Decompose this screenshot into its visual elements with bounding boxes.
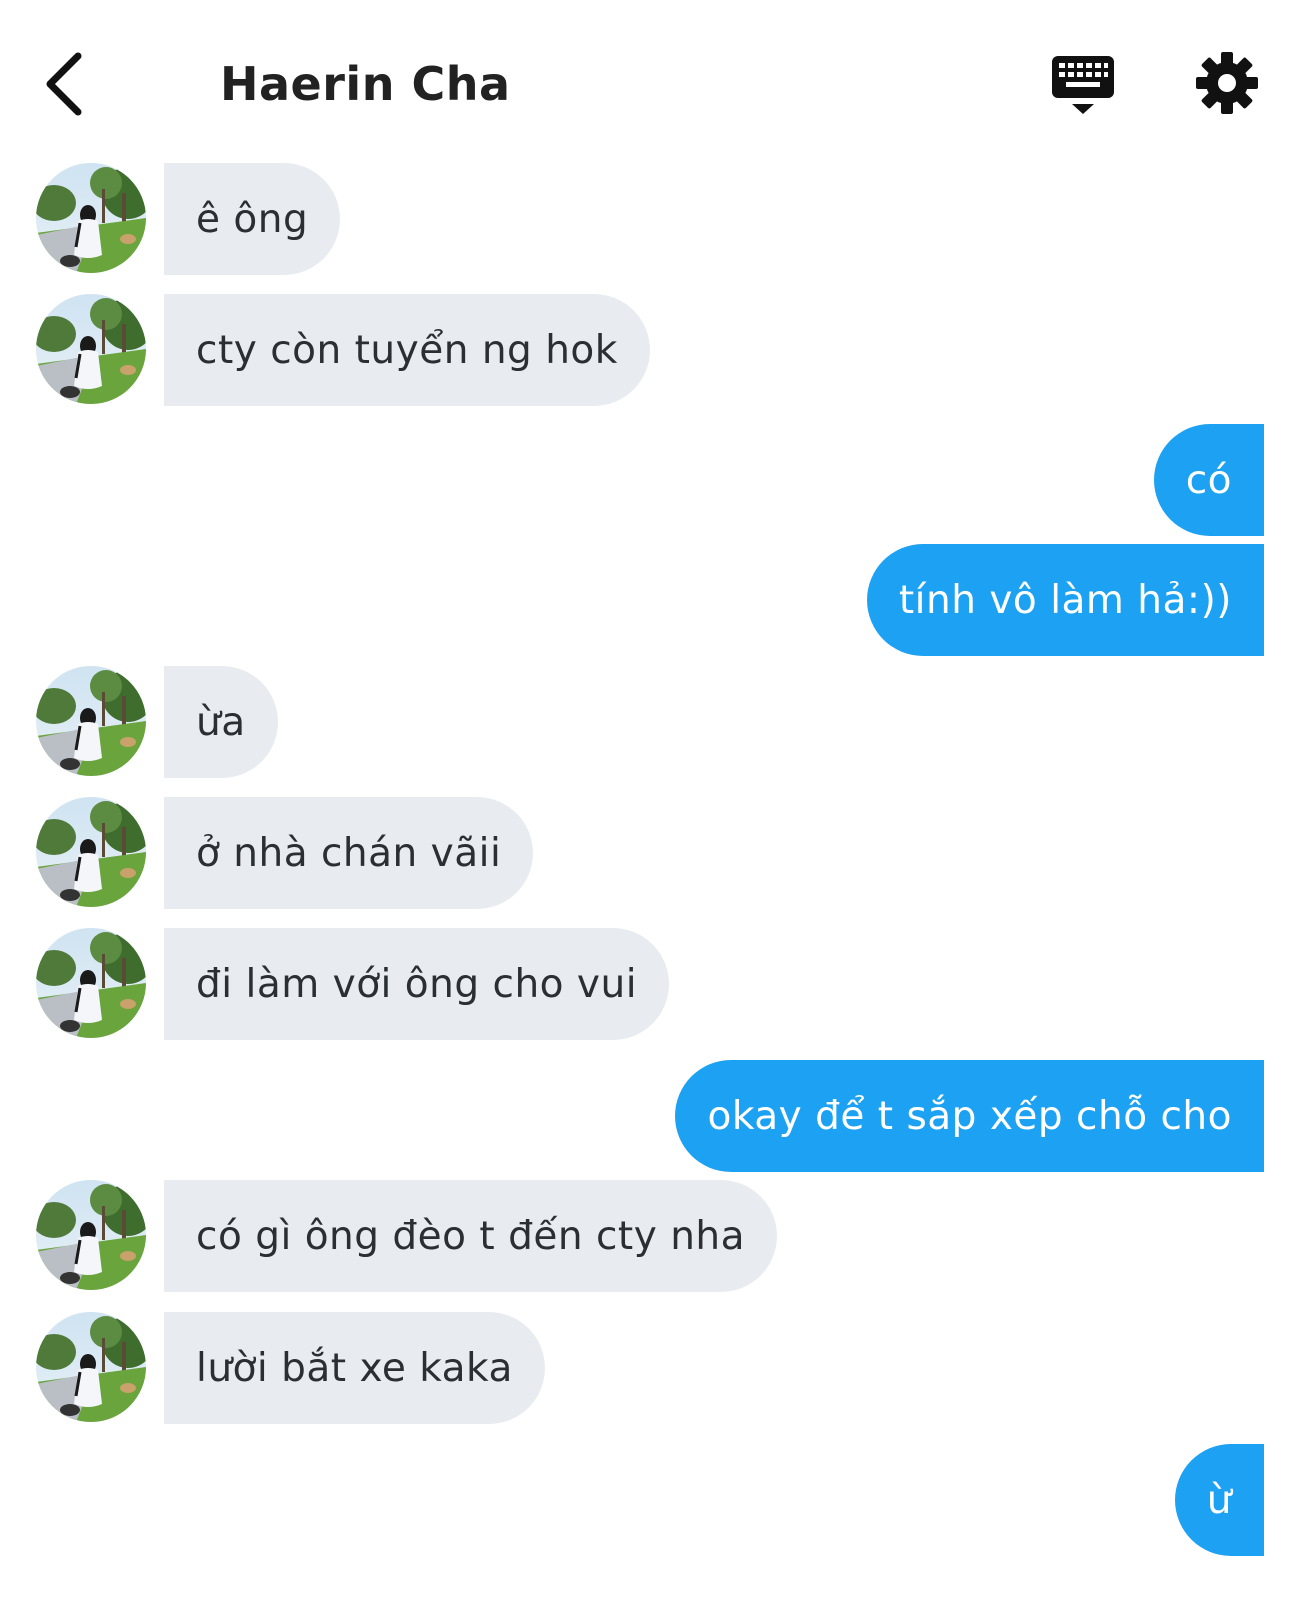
- avatar-photo: [36, 1180, 146, 1290]
- incoming-message-bubble[interactable]: đi làm với ông cho vui: [164, 928, 670, 1040]
- avatar-photo: [36, 928, 146, 1038]
- message-row: ê ông: [0, 163, 1290, 275]
- chat-screen: Haerin Cha ê ông cty còn tuyển ng hok có…: [0, 0, 1290, 1607]
- message-row: tính vô làm hả:)): [0, 544, 1290, 656]
- outgoing-message-bubble[interactable]: tính vô làm hả:)): [866, 544, 1264, 656]
- avatar[interactable]: [36, 1180, 146, 1290]
- avatar[interactable]: [36, 666, 146, 776]
- incoming-message-bubble[interactable]: ở nhà chán vãii: [164, 797, 534, 909]
- incoming-message-bubble[interactable]: có gì ông đèo t đến cty nha: [164, 1180, 778, 1292]
- outgoing-message-bubble[interactable]: okay để t sắp xếp chỗ cho: [675, 1060, 1264, 1172]
- avatar[interactable]: [36, 294, 146, 404]
- avatar-photo: [36, 666, 146, 776]
- avatar[interactable]: [36, 797, 146, 907]
- chevron-left-icon: [46, 52, 82, 116]
- incoming-message-bubble[interactable]: cty còn tuyển ng hok: [164, 294, 650, 406]
- avatar-photo: [36, 163, 146, 273]
- keyboard-toggle-button[interactable]: [1048, 50, 1118, 120]
- incoming-message-bubble[interactable]: ừa: [164, 666, 278, 778]
- avatar[interactable]: [36, 1312, 146, 1422]
- message-row: cty còn tuyển ng hok: [0, 294, 1290, 406]
- avatar-photo: [36, 294, 146, 404]
- message-row: có: [0, 424, 1290, 536]
- settings-button[interactable]: [1194, 50, 1260, 116]
- back-button[interactable]: [38, 48, 98, 120]
- message-row: lười bắt xe kaka: [0, 1312, 1290, 1424]
- incoming-message-bubble[interactable]: ê ông: [164, 163, 341, 275]
- keyboard-icon: [1052, 56, 1114, 114]
- chat-header: Haerin Cha: [0, 0, 1290, 160]
- outgoing-message-bubble[interactable]: có: [1153, 424, 1264, 536]
- incoming-message-bubble[interactable]: lười bắt xe kaka: [164, 1312, 545, 1424]
- conversation-title: Haerin Cha: [220, 57, 511, 111]
- avatar-photo: [36, 1312, 146, 1422]
- gear-icon: [1196, 52, 1258, 114]
- message-row: ừ: [0, 1444, 1290, 1556]
- message-row: đi làm với ông cho vui: [0, 928, 1290, 1040]
- avatar[interactable]: [36, 928, 146, 1038]
- avatar[interactable]: [36, 163, 146, 273]
- outgoing-message-bubble[interactable]: ừ: [1174, 1444, 1264, 1556]
- avatar-photo: [36, 797, 146, 907]
- message-row: có gì ông đèo t đến cty nha: [0, 1180, 1290, 1292]
- message-row: okay để t sắp xếp chỗ cho: [0, 1060, 1290, 1172]
- message-row: ở nhà chán vãii: [0, 797, 1290, 909]
- message-row: ừa: [0, 666, 1290, 778]
